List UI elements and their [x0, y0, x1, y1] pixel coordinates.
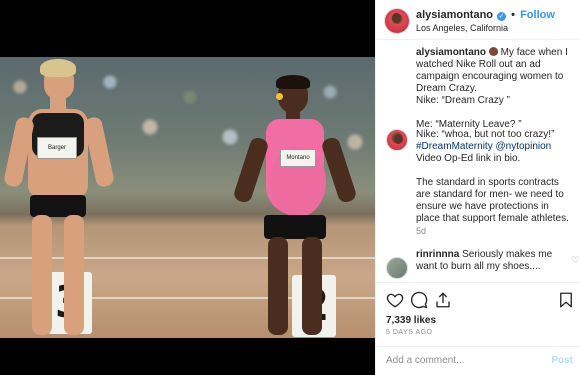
hashtag-link[interactable]: #DreamMaternity: [416, 141, 493, 152]
caption-body: My face when I watched Nike Roll out an …: [416, 47, 568, 130]
caption-avatar-inline: [488, 47, 498, 58]
commenter-avatar[interactable]: [386, 257, 408, 279]
reader-comment-text: rinrinnna Seriously makes me want to bur…: [416, 249, 574, 273]
caption-text: alysiamontano My face when I watched Nik…: [416, 47, 574, 131]
comment-timestamp: 5d: [416, 226, 427, 236]
comment-icon[interactable]: [410, 291, 428, 309]
share-icon[interactable]: [434, 291, 452, 309]
post-actions: 7,339 likes 5 DAYS AGO Post: [376, 282, 580, 375]
follow-button[interactable]: Follow: [520, 9, 555, 21]
caption-username[interactable]: alysiamontano: [416, 47, 486, 58]
comment-intro: Nike: “whoa, but not too crazy!”: [416, 129, 555, 140]
bookmark-icon[interactable]: [557, 291, 575, 309]
post-photo[interactable]: 3 2 Barger Montano: [0, 0, 375, 375]
comment-like-heart-icon[interactable]: ♡: [571, 255, 579, 266]
like-count[interactable]: 7,339 likes: [386, 315, 436, 326]
post-date: 5 DAYS AGO: [386, 329, 433, 336]
post-side-panel: alysiamontano ✓ • Follow Los Angeles, Ca…: [375, 0, 580, 375]
commenter-username[interactable]: rinrinnna: [416, 249, 459, 260]
post-location[interactable]: Los Angeles, California: [416, 23, 508, 33]
add-comment-row: Post: [376, 346, 580, 375]
comment-body: Video Op-Ed link in bio. The standard in…: [416, 153, 569, 224]
post-comment-button[interactable]: Post: [551, 355, 573, 366]
post-header: alysiamontano ✓ • Follow Los Angeles, Ca…: [376, 0, 580, 40]
bib-left: Barger: [37, 137, 77, 159]
author-comment-text: Nike: “whoa, but not too crazy!” #DreamM…: [416, 129, 574, 225]
verified-badge-icon: ✓: [497, 12, 507, 21]
photo-scene: 3 2 Barger Montano: [0, 57, 375, 338]
mention-link[interactable]: @nytopinion: [495, 141, 551, 152]
author-username[interactable]: alysiamontano: [416, 9, 493, 21]
author-line: alysiamontano ✓ • Follow: [416, 9, 555, 21]
author-avatar[interactable]: [384, 8, 410, 34]
separator-dot: •: [511, 9, 516, 21]
bib-right: Montano: [280, 149, 316, 167]
heart-icon[interactable]: [386, 291, 404, 309]
comment-author-avatar[interactable]: [386, 129, 408, 151]
comments-list[interactable]: alysiamontano My face when I watched Nik…: [376, 41, 580, 279]
add-comment-input[interactable]: [386, 355, 536, 366]
